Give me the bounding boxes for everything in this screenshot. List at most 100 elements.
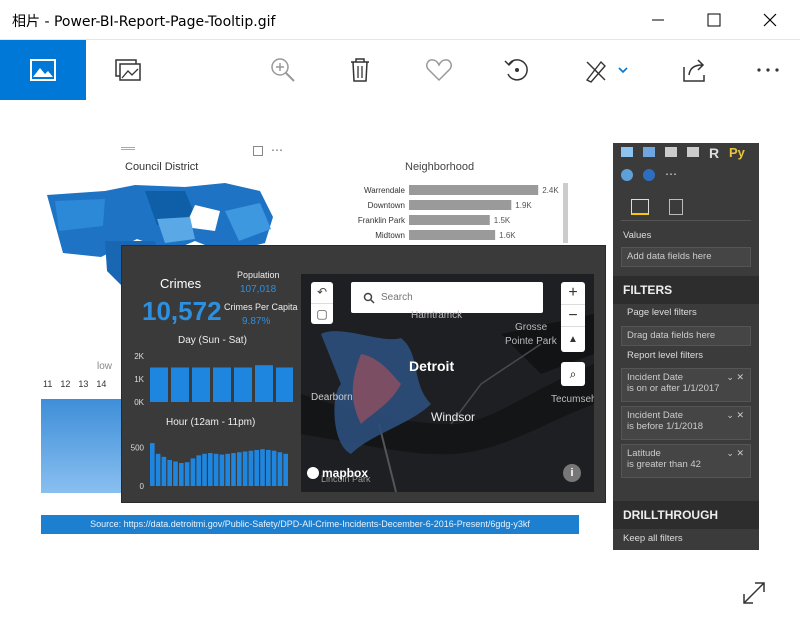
hour-bar xyxy=(213,453,219,486)
drillthrough-header: DRILLTHROUGH xyxy=(613,501,759,529)
hour-bar xyxy=(161,456,167,486)
neighborhood-bar xyxy=(409,185,539,195)
share-icon[interactable] xyxy=(665,40,725,100)
close-button[interactable] xyxy=(742,0,798,40)
filter-condition: is before 1/1/2018 xyxy=(627,421,704,432)
day-bar xyxy=(234,367,252,402)
neighborhood-bar-chart: Neighborhood Warrendale 2.4K Downtown 1.9K F… xyxy=(351,143,571,253)
search-icon xyxy=(363,292,375,304)
zoom-out-button[interactable]: − xyxy=(561,304,585,326)
filter-expand-close-icon[interactable]: ⌄ ✕ xyxy=(726,448,744,459)
heatmap-matrix xyxy=(41,399,121,493)
neighborhood-value: 1.9K xyxy=(515,201,532,210)
hour-bar xyxy=(196,455,201,486)
mapbox-logo: mapbox xyxy=(307,466,368,480)
keep-all-filters-toggle[interactable]: Keep all filters xyxy=(623,533,683,544)
filter-card[interactable]: Incident Date is on or after 1/1/2017 ⌄ … xyxy=(621,368,751,402)
zoom-in-button[interactable]: + xyxy=(561,282,585,304)
crimes-per-capita-value: 9.87% xyxy=(242,316,271,327)
viz-icon[interactable] xyxy=(643,169,655,181)
map-city-label: Detroit xyxy=(409,358,455,374)
title-bar: 相片 - Power-BI-Report-Page-Tooltip.gif xyxy=(0,0,800,40)
pane-tabs xyxy=(621,195,751,221)
info-icon[interactable]: i xyxy=(563,464,581,482)
hour-bar xyxy=(190,458,196,486)
map-zoom-controls: + − ▲ xyxy=(561,282,585,352)
map-label: Tecumseh xyxy=(551,394,594,405)
viz-icon[interactable] xyxy=(621,169,633,181)
filter-expand-close-icon[interactable]: ⌄ ✕ xyxy=(726,372,744,383)
slideshow-icon[interactable] xyxy=(98,40,158,100)
population-label: Population xyxy=(237,270,280,280)
minimize-button[interactable] xyxy=(630,0,686,40)
fullscreen-expand-icon[interactable] xyxy=(739,578,769,608)
map-zoom-extent-icon[interactable]: ⌕ xyxy=(561,362,585,386)
visual-more-icon[interactable]: ⋯ xyxy=(271,143,283,157)
mapbox-logo-icon xyxy=(307,467,319,479)
page-filters-drop-zone[interactable]: Drag data fields here xyxy=(621,326,751,346)
focus-mode-icon[interactable] xyxy=(253,146,263,156)
neighborhood-name: Midtown xyxy=(375,231,405,240)
day-bar xyxy=(150,367,168,402)
viz-icon[interactable] xyxy=(687,147,699,157)
format-tab-icon[interactable] xyxy=(669,199,683,215)
filter-card[interactable]: Incident Date is before 1/1/2018 ⌄ ✕ xyxy=(621,406,751,440)
neighborhood-value: 1.6K xyxy=(499,231,516,240)
viz-icon[interactable] xyxy=(643,147,655,157)
day-axis-tick: 0K xyxy=(134,398,144,407)
day-label: 14 xyxy=(96,379,107,389)
hour-bar xyxy=(155,453,161,486)
neighborhood-bar xyxy=(409,200,512,210)
python-visual-icon[interactable]: Py xyxy=(729,145,745,160)
hour-bar xyxy=(219,454,225,486)
viz-icon[interactable] xyxy=(665,147,677,157)
filter-condition: is on or after 1/1/2017 xyxy=(627,383,720,394)
compass-icon[interactable]: ▲ xyxy=(561,326,585,352)
neighborhood-name: Downtown xyxy=(368,201,405,210)
hour-bar xyxy=(248,450,254,486)
page-filters-label: Page level filters xyxy=(627,307,697,318)
favorite-icon[interactable] xyxy=(409,40,469,100)
delete-icon[interactable] xyxy=(330,40,390,100)
hour-bar xyxy=(150,443,155,486)
hour-bar xyxy=(260,449,265,486)
values-drop-zone[interactable]: Add data fields here xyxy=(621,247,751,267)
day-bar xyxy=(192,367,210,402)
zoom-icon[interactable] xyxy=(253,40,313,100)
edit-icon[interactable] xyxy=(572,40,642,100)
photo-icon[interactable] xyxy=(0,40,86,100)
chart-scrollbar[interactable] xyxy=(563,183,568,243)
hour-bar xyxy=(208,453,213,486)
map-search-input[interactable] xyxy=(381,289,531,306)
lasso-select-icon[interactable]: ↶ xyxy=(311,282,333,303)
report-page-tooltip: Crimes 10,572 Population 107,018 Crimes … xyxy=(121,245,606,503)
map-label: Dearborn xyxy=(311,392,353,403)
mapbox-map[interactable]: ↶ ▢ + − ▲ ⌕ Hamtramck Grosse Pointe Park… xyxy=(301,274,594,492)
map-search-box[interactable] xyxy=(351,282,543,313)
day-label: 12 xyxy=(60,379,71,389)
hour-bar xyxy=(266,449,271,486)
more-icon[interactable] xyxy=(738,40,798,100)
map-label: Grosse xyxy=(515,322,548,333)
day-bar xyxy=(171,367,189,402)
day-bar xyxy=(255,365,273,402)
window-title: 相片 - Power-BI-Report-Page-Tooltip.gif xyxy=(12,14,276,30)
source-banner: Source: https://data.detroitmi.gov/Publi… xyxy=(41,515,579,534)
neighborhood-bars: Warrendale 2.4K Downtown 1.9K Franklin Park 1… xyxy=(358,185,559,240)
more-visuals-icon[interactable]: ⋯ xyxy=(665,167,677,181)
viz-icon[interactable] xyxy=(621,147,633,157)
fields-tab-icon[interactable] xyxy=(631,199,649,215)
hour-bar xyxy=(173,461,178,486)
maximize-button[interactable] xyxy=(686,0,742,40)
rect-select-icon[interactable]: ▢ xyxy=(311,303,333,324)
neighborhood-value: 2.4K xyxy=(542,186,559,195)
filter-expand-close-icon[interactable]: ⌄ ✕ xyxy=(726,410,744,421)
visualizations-pane: R Py ⋯ Values Add data fields here FILTE… xyxy=(613,143,759,550)
hour-chart: 500 0 xyxy=(131,443,288,491)
r-visual-icon[interactable]: R xyxy=(709,145,719,161)
hour-chart-title: Hour (12am - 11pm) xyxy=(166,417,256,428)
rotate-icon[interactable] xyxy=(487,40,547,100)
filter-card[interactable]: Latitude is greater than 42 ⌄ ✕ xyxy=(621,444,751,478)
drag-handle[interactable] xyxy=(121,147,135,150)
neighborhood-bar xyxy=(409,215,490,225)
